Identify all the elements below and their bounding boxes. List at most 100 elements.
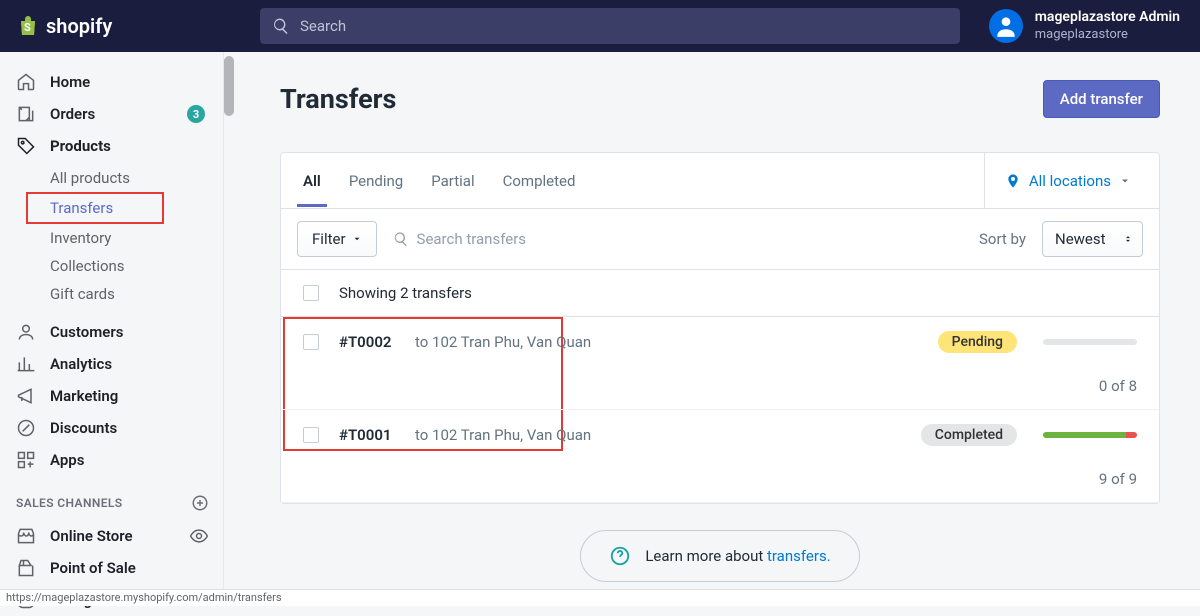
avatar [989, 9, 1023, 43]
sidebar-label: Point of Sale [50, 559, 136, 577]
filter-button[interactable]: Filter [297, 221, 377, 257]
learn-more-link[interactable]: transfers. [767, 547, 831, 565]
discounts-icon [16, 418, 36, 438]
sidebar-label: Online Store [50, 527, 133, 545]
sub-item-transfers[interactable]: Transfers [26, 192, 164, 224]
transfers-card: All Pending Partial Completed All locati… [280, 152, 1160, 504]
row-checkbox[interactable] [303, 334, 319, 350]
search-transfers[interactable] [393, 230, 963, 248]
summary-text: Showing 2 transfers [339, 284, 472, 302]
search-transfers-input[interactable] [417, 230, 963, 248]
sidebar-item-products[interactable]: Products [0, 130, 223, 162]
tab-all[interactable]: All [289, 156, 335, 206]
status-badge: Completed [921, 424, 1017, 446]
svg-text:S: S [24, 21, 31, 34]
sidebar-label: Analytics [50, 355, 112, 373]
sidebar-label: Customers [50, 323, 123, 341]
sort-label: Sort by [979, 230, 1026, 248]
view-store-icon[interactable] [189, 526, 209, 546]
transfer-row[interactable]: #T0001 to 102 Tran Phu, Van Quan Complet… [281, 410, 1159, 503]
shopify-logo[interactable]: S shopify [16, 14, 256, 38]
sort-select-wrap[interactable]: Newest [1042, 221, 1143, 257]
user-icon [993, 13, 1019, 39]
status-url: https://mageplazastore.myshopify.com/adm… [6, 591, 282, 604]
sub-item-collections[interactable]: Collections [0, 252, 223, 280]
learn-more-pill: Learn more about transfers. [580, 530, 859, 582]
page-title: Transfers [280, 83, 396, 115]
help-icon [609, 545, 631, 567]
global-search-input[interactable] [300, 17, 948, 35]
location-icon [1005, 173, 1021, 189]
main-content: Transfers Add transfer All Pending Parti… [224, 52, 1200, 589]
user-text: mageplazastore Admin mageplazastore [1035, 9, 1180, 43]
search-icon [393, 231, 409, 247]
tabs: All Pending Partial Completed All locati… [281, 153, 1159, 209]
progress-bar [1043, 432, 1137, 438]
user-menu[interactable]: mageplazastore Admin mageplazastore [969, 9, 1200, 43]
learn-more: Learn more about transfers. [280, 530, 1160, 582]
summary-row: Showing 2 transfers [281, 269, 1159, 317]
sidebar-label: Orders [50, 105, 95, 123]
sidebar-item-discounts[interactable]: Discounts [0, 412, 223, 444]
row-right: Pending [938, 331, 1137, 353]
search-icon [272, 17, 290, 35]
store-icon [16, 526, 36, 546]
apps-icon [16, 450, 36, 470]
tab-pending[interactable]: Pending [335, 156, 417, 206]
progress-fill [1043, 432, 1126, 438]
progress-fill-red [1126, 432, 1137, 438]
sort-select[interactable]: Newest [1042, 221, 1143, 257]
sales-channels-header: SALES CHANNELS [0, 476, 223, 520]
global-search[interactable] [260, 8, 960, 44]
sidebar-item-customers[interactable]: Customers [0, 316, 223, 348]
transfer-count: 0 of 8 [303, 377, 1137, 395]
location-filter-label: All locations [1029, 172, 1111, 190]
transfer-row[interactable]: #T0002 to 102 Tran Phu, Van Quan Pending… [281, 317, 1159, 410]
sub-item-gift-cards[interactable]: Gift cards [0, 280, 223, 308]
transfer-id: #T0002 [339, 333, 395, 351]
location-filter[interactable]: All locations [984, 153, 1151, 208]
progress-bar [1043, 339, 1137, 345]
home-icon [16, 72, 36, 92]
orders-badge: 3 [187, 105, 205, 123]
tab-partial[interactable]: Partial [417, 156, 488, 206]
sidebar-label: Marketing [50, 387, 118, 405]
sidebar-label: Products [50, 137, 111, 155]
add-channel-icon[interactable] [191, 494, 209, 512]
customers-icon [16, 322, 36, 342]
sidebar-item-orders[interactable]: Orders 3 [0, 98, 223, 130]
transfer-count: 9 of 9 [303, 470, 1137, 488]
analytics-icon [16, 354, 36, 374]
sub-item-inventory[interactable]: Inventory [0, 224, 223, 252]
sub-item-all-products[interactable]: All products [0, 164, 223, 192]
transfer-destination: to 102 Tran Phu, Van Quan [415, 333, 591, 351]
select-all-checkbox[interactable] [303, 285, 319, 301]
rows-container: #T0002 to 102 Tran Phu, Van Quan Pending… [281, 317, 1159, 503]
chevron-down-icon [1119, 175, 1131, 187]
status-badge: Pending [938, 331, 1017, 353]
sidebar-scrollbar[interactable] [224, 56, 234, 116]
shopify-bag-icon: S [16, 14, 40, 38]
page-header: Transfers Add transfer [280, 80, 1160, 118]
transfer-id: #T0001 [339, 426, 395, 444]
learn-more-text: Learn more about transfers. [645, 547, 830, 565]
products-icon [16, 136, 36, 156]
sidebar-item-apps[interactable]: Apps [0, 444, 223, 476]
add-transfer-button[interactable]: Add transfer [1043, 80, 1160, 118]
section-header-label: SALES CHANNELS [16, 496, 123, 510]
sidebar-item-analytics[interactable]: Analytics [0, 348, 223, 380]
sidebar-item-marketing[interactable]: Marketing [0, 380, 223, 412]
marketing-icon [16, 386, 36, 406]
sidebar-label: Apps [50, 451, 84, 469]
row-checkbox[interactable] [303, 427, 319, 443]
sidebar-label: Home [50, 73, 90, 91]
channel-online-store[interactable]: Online Store [0, 520, 223, 552]
logo-text: shopify [46, 14, 112, 38]
sidebar-item-home[interactable]: Home [0, 66, 223, 98]
top-header: S shopify mageplazastore Admin mageplaza… [0, 0, 1200, 52]
caret-down-icon [352, 234, 362, 244]
channel-pos[interactable]: Point of Sale [0, 552, 223, 584]
tab-completed[interactable]: Completed [489, 156, 590, 206]
browser-status-bar: https://mageplazastore.myshopify.com/adm… [0, 589, 1200, 606]
products-submenu: All products Transfers Inventory Collect… [0, 162, 223, 316]
